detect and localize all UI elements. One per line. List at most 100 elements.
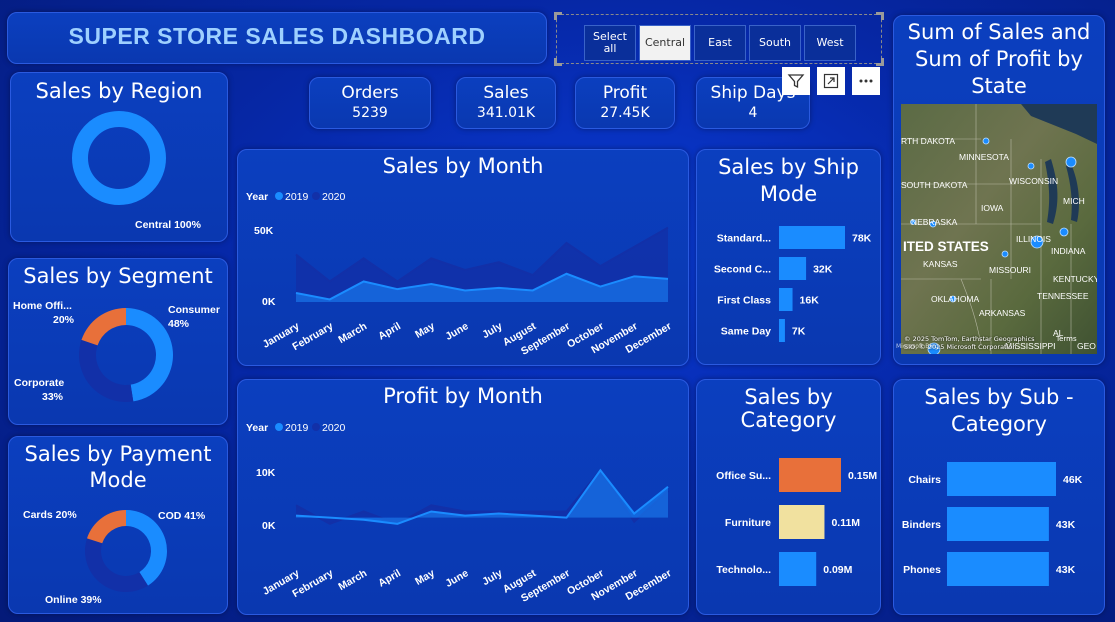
map-bubble[interactable] xyxy=(1059,227,1069,237)
bar-office-su[interactable] xyxy=(779,458,841,492)
map-label: GEO xyxy=(1077,341,1096,351)
donut-slice-corporate[interactable] xyxy=(79,339,134,402)
bar-technolo[interactable] xyxy=(779,552,817,586)
bar-value-label: 7K xyxy=(792,326,806,338)
dashboard-title: SUPER STORE SALES DASHBOARD xyxy=(68,23,486,49)
map-terms-link[interactable]: Terms xyxy=(1056,335,1077,343)
donut-slice-cod[interactable] xyxy=(126,510,168,586)
profit-by-month-card: Profit by Month Year 2019 2020 10K 0K Ja… xyxy=(237,379,689,615)
bar-value-label: 43K xyxy=(1056,519,1076,531)
bar-value-label: 43K xyxy=(1056,564,1076,576)
map-label: MINNESOTA xyxy=(959,152,1009,162)
map-brand-logo: Microsoft Bing xyxy=(896,343,939,350)
subcategory-bar-chart[interactable]: Chairs 46K Binders 43K Phones 43K xyxy=(894,380,1105,615)
x-tick-label: May xyxy=(413,320,437,341)
ship-mode-bar-chart[interactable]: Standard... 78K Second C... 32K First Class 1… xyxy=(697,150,881,365)
kpi-label: Orders xyxy=(341,83,399,103)
map-label: OKLAHOMA xyxy=(931,294,980,304)
sales-by-ship-mode-card: Sales by Ship Mode Standard... 78K Second … xyxy=(696,149,881,365)
bar-value-label: 0.09M xyxy=(823,564,852,576)
bar-category-label: Same Day xyxy=(721,326,771,338)
map-bubble[interactable] xyxy=(982,137,990,145)
slicer-label: East xyxy=(708,36,732,49)
map-bubble[interactable] xyxy=(1065,156,1077,168)
payment-donut-chart[interactable] xyxy=(9,437,228,614)
card-title: State xyxy=(971,74,1027,98)
map-label: MICH xyxy=(1063,196,1085,206)
attribution-line: © 2025 TomTom, Earthstar Geographics xyxy=(904,335,1035,343)
donut-slice-central[interactable] xyxy=(72,111,166,205)
slicer-select-all[interactable]: Select all xyxy=(584,25,636,61)
bar-category-label: First Class xyxy=(717,295,771,307)
slicer-central[interactable]: Central xyxy=(639,25,691,61)
sales-by-payment-card: Sales by Payment Mode Cards 20% COD 41% … xyxy=(8,436,228,614)
bar-same-day[interactable] xyxy=(779,319,785,342)
kpi-label: Profit xyxy=(602,83,648,103)
sales-profit-map-card: Sum of Sales and Sum of Profit by State xyxy=(893,15,1105,365)
bar-chairs[interactable] xyxy=(947,462,1056,496)
sales-by-month-card: Sales by Month Year 2019 2020 50K 0K Jan… xyxy=(237,149,689,366)
bar-phones[interactable] xyxy=(947,552,1049,586)
bar-binders[interactable] xyxy=(947,507,1049,541)
x-tick-label: March xyxy=(336,567,369,593)
bar-second-c[interactable] xyxy=(779,257,807,280)
map-label: TENNESSEE xyxy=(1037,291,1089,301)
map-label: NEBRASKA xyxy=(911,217,958,227)
title-banner: SUPER STORE SALES DASHBOARD xyxy=(7,12,547,64)
kpi-profit: Profit 27.45K xyxy=(575,77,675,129)
x-tick-label: April xyxy=(376,567,403,589)
expand-icon xyxy=(823,73,839,89)
donut-slice-home-offi[interactable] xyxy=(81,308,126,346)
bar-value-label: 0.11M xyxy=(831,517,860,529)
donut-slice-consumer[interactable] xyxy=(126,308,173,402)
map-label: ARKANSAS xyxy=(979,308,1026,318)
bar-value-label: 0.15M xyxy=(848,470,877,482)
bar-category-label: Office Su... xyxy=(716,470,771,482)
more-options-button[interactable] xyxy=(852,67,880,95)
bar-category-label: Chairs xyxy=(908,474,941,486)
slicer-label: West xyxy=(816,36,844,49)
x-tick-label: March xyxy=(336,320,369,346)
category-bar-chart[interactable]: Office Su... 0.15M Furniture 0.11M Technolo.… xyxy=(697,380,881,615)
x-tick-label: April xyxy=(376,320,403,342)
x-tick-label: May xyxy=(413,567,437,588)
x-tick-label: June xyxy=(443,320,470,343)
map-bubble[interactable] xyxy=(1027,162,1035,170)
profit-by-month-area-chart[interactable]: JanuaryFebruary March April May June JulyAugu… xyxy=(238,380,689,615)
sales-by-month-area-chart[interactable]: JanuaryFebruary March April May June JulyAugu… xyxy=(238,150,689,366)
bar-value-label: 46K xyxy=(1063,474,1083,486)
bar-category-label: Technolo... xyxy=(716,564,771,576)
map-label: IOWA xyxy=(981,203,1004,213)
focus-mode-button[interactable] xyxy=(817,67,845,95)
kpi-orders: Orders 5239 xyxy=(309,77,431,129)
bar-furniture[interactable] xyxy=(779,505,825,539)
map-label: RTH DAKOTA xyxy=(901,136,955,146)
region-donut-chart[interactable] xyxy=(11,73,228,242)
filter-button[interactable] xyxy=(782,67,810,95)
map-label: WISCONSIN xyxy=(1009,176,1058,186)
kpi-value: 27.45K xyxy=(600,105,650,121)
filter-icon xyxy=(787,74,805,89)
sales-by-category-card: Sales by Category Office Su... 0.15M Furni… xyxy=(696,379,881,615)
kpi-label: Sales xyxy=(483,83,529,103)
state-map[interactable]: RTH DAKOTA MINNESOTA WISCONSIN MICH SOUT… xyxy=(901,104,1097,354)
bar-category-label: Second C... xyxy=(714,264,771,276)
bar-standard[interactable] xyxy=(779,226,845,249)
donut-slice-cards[interactable] xyxy=(87,510,126,544)
slicer-west[interactable]: West xyxy=(804,25,856,61)
slicer-south[interactable]: South xyxy=(749,25,801,61)
donut-slice-online[interactable] xyxy=(85,538,148,592)
map-label: SOUTH DAKOTA xyxy=(901,180,968,190)
segment-donut-chart[interactable] xyxy=(9,259,228,425)
map-bubble[interactable] xyxy=(1001,250,1009,258)
bar-value-label: 16K xyxy=(800,295,820,307)
card-title: Sum of Sales and xyxy=(907,20,1091,44)
kpi-value: 4 xyxy=(748,105,758,121)
bar-value-label: 32K xyxy=(813,264,833,276)
map-country-label: ITED STATES xyxy=(903,239,989,254)
map-label: ILLINOIS xyxy=(1016,234,1051,244)
slicer-east[interactable]: East xyxy=(694,25,746,61)
more-options-icon xyxy=(859,79,873,83)
bar-first-class[interactable] xyxy=(779,288,793,311)
kpi-sales: Sales 341.01K xyxy=(456,77,556,129)
